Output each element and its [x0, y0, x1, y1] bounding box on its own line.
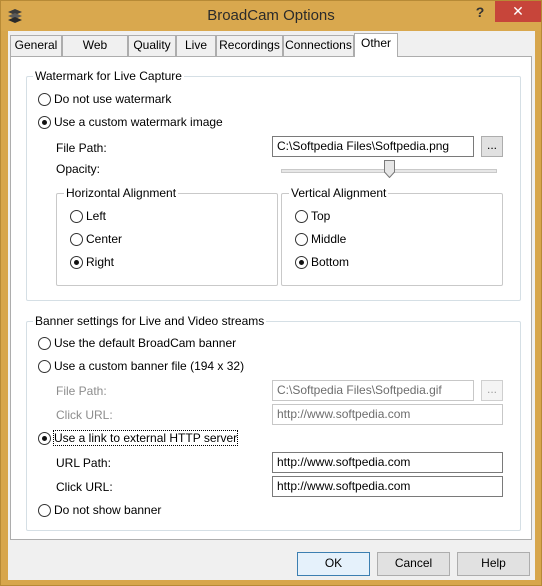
- radio-custom-watermark-label[interactable]: Use a custom watermark image: [54, 115, 223, 129]
- tab-general[interactable]: General: [10, 35, 62, 56]
- ok-button[interactable]: OK: [297, 552, 370, 576]
- banner-file-path-label: File Path:: [56, 384, 107, 398]
- title-bar[interactable]: BroadCam Options ? ✕: [1, 1, 541, 31]
- radio-no-watermark-indicator[interactable]: [38, 93, 51, 106]
- radio-external-link-indicator[interactable]: [38, 432, 51, 445]
- tab-recordings[interactable]: Recordings: [216, 35, 283, 56]
- radio-align-left-label[interactable]: Left: [86, 209, 106, 223]
- radio-default-banner-indicator[interactable]: [38, 337, 51, 350]
- context-help-button[interactable]: ?: [467, 1, 493, 23]
- radio-align-middle-label[interactable]: Middle: [311, 232, 346, 246]
- link-click-url-input[interactable]: http://www.softpedia.com: [272, 476, 503, 497]
- banner-click-url-label: Click URL:: [56, 408, 113, 422]
- banner-group-title: Banner settings for Live and Video strea…: [33, 314, 267, 328]
- radio-no-watermark-label[interactable]: Do not use watermark: [54, 92, 171, 106]
- radio-no-banner-label[interactable]: Do not show banner: [54, 503, 161, 517]
- url-path-label: URL Path:: [56, 456, 111, 470]
- dialog-client: General Web Access Quality Live Recordin…: [8, 31, 535, 580]
- options-window: BroadCam Options ? ✕ General Web Access …: [0, 0, 542, 586]
- tab-panel-other: Watermark for Live Capture Do not use wa…: [10, 56, 532, 540]
- tab-other[interactable]: Other: [354, 33, 398, 57]
- banner-browse-button[interactable]: ...: [481, 380, 503, 401]
- close-button[interactable]: ✕: [495, 1, 541, 22]
- tab-connections[interactable]: Connections: [283, 35, 354, 56]
- vertical-alignment-title: Vertical Alignment: [289, 186, 389, 200]
- cancel-button[interactable]: Cancel: [377, 552, 450, 576]
- radio-custom-banner-indicator[interactable]: [38, 360, 51, 373]
- horizontal-alignment-title: Horizontal Alignment: [64, 186, 179, 200]
- radio-external-link-label[interactable]: Use a link to external HTTP server: [52, 430, 239, 446]
- banner-click-url-input[interactable]: http://www.softpedia.com: [272, 404, 503, 425]
- radio-default-banner-label[interactable]: Use the default BroadCam banner: [54, 336, 236, 350]
- radio-align-middle-indicator[interactable]: [295, 233, 308, 246]
- radio-custom-watermark-indicator[interactable]: [38, 116, 51, 129]
- banner-group: Banner settings for Live and Video strea…: [26, 314, 521, 531]
- radio-align-bottom-label[interactable]: Bottom: [311, 255, 349, 269]
- radio-align-right-label[interactable]: Right: [86, 255, 114, 269]
- radio-align-center-indicator[interactable]: [70, 233, 83, 246]
- tab-live[interactable]: Live: [176, 35, 216, 56]
- tab-web-access[interactable]: Web Access: [62, 35, 128, 71]
- radio-align-left-indicator[interactable]: [70, 210, 83, 223]
- radio-align-bottom-indicator[interactable]: [295, 256, 308, 269]
- watermark-browse-button[interactable]: ...: [481, 136, 503, 157]
- horizontal-alignment-group: Horizontal Alignment Left Center Right: [56, 186, 278, 286]
- watermark-file-path-label: File Path:: [56, 141, 107, 155]
- radio-align-top-indicator[interactable]: [295, 210, 308, 223]
- vertical-alignment-group: Vertical Alignment Top Middle Bottom: [281, 186, 503, 286]
- banner-file-path-input[interactable]: C:\Softpedia Files\Softpedia.gif: [272, 380, 474, 401]
- radio-no-banner-indicator[interactable]: [38, 504, 51, 517]
- watermark-group-title: Watermark for Live Capture: [33, 69, 184, 83]
- url-path-input[interactable]: http://www.softpedia.com: [272, 452, 503, 473]
- radio-custom-banner-label[interactable]: Use a custom banner file (194 x 32): [54, 359, 244, 373]
- tab-quality[interactable]: Quality: [128, 35, 176, 56]
- radio-align-top-label[interactable]: Top: [311, 209, 330, 223]
- window-title: BroadCam Options: [207, 7, 335, 24]
- watermark-group: Watermark for Live Capture Do not use wa…: [26, 69, 521, 301]
- opacity-slider-thumb[interactable]: [383, 160, 395, 178]
- opacity-label: Opacity:: [56, 162, 101, 176]
- link-click-url-label: Click URL:: [56, 480, 113, 494]
- watermark-file-path-input[interactable]: C:\Softpedia Files\Softpedia.png: [272, 136, 474, 157]
- radio-align-center-label[interactable]: Center: [86, 232, 122, 246]
- radio-align-right-indicator[interactable]: [70, 256, 83, 269]
- help-button[interactable]: Help: [457, 552, 530, 576]
